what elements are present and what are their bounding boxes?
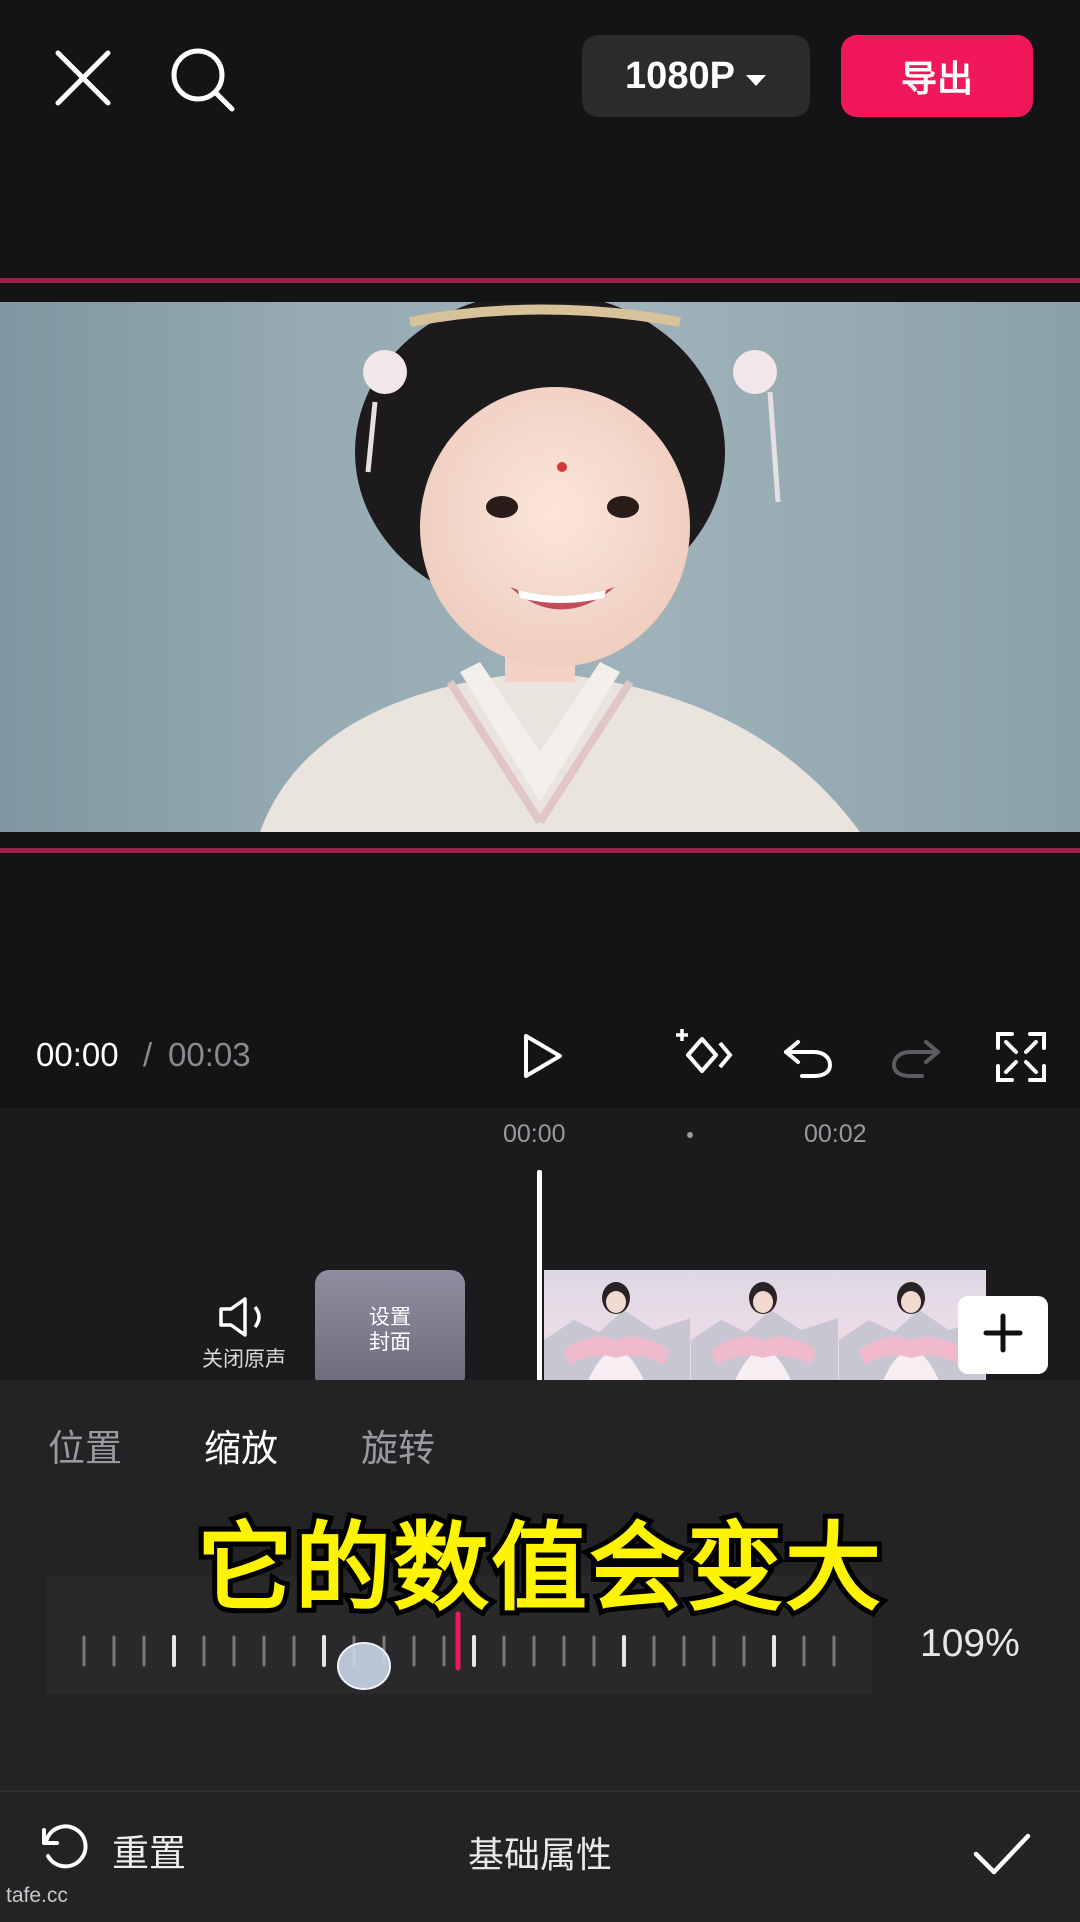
time-separator: /	[143, 1036, 153, 1073]
ruler-tick	[687, 1132, 693, 1138]
total-time: 00:03	[168, 1036, 251, 1073]
preview-image	[260, 302, 860, 832]
mute-original-audio-button[interactable]: 关闭原声	[184, 1295, 304, 1380]
search-icon[interactable]	[168, 45, 238, 115]
redo-icon[interactable]	[888, 1028, 944, 1084]
caret-down-icon	[745, 55, 767, 98]
tab-rotate[interactable]: 旋转	[361, 1418, 435, 1472]
clip-thumbnail	[544, 1270, 692, 1390]
add-keyframe-icon[interactable]	[672, 1025, 736, 1085]
plus-icon	[983, 1313, 1023, 1358]
current-time: 00:00	[36, 1036, 119, 1073]
ruler-label: 00:00	[503, 1120, 566, 1148]
fullscreen-icon[interactable]	[994, 1030, 1048, 1084]
resolution-label: 1080P	[625, 54, 735, 97]
clip-thumbnail	[691, 1270, 839, 1390]
export-button[interactable]: 导出	[841, 35, 1033, 117]
video-preview[interactable]	[0, 302, 1080, 832]
add-clip-button[interactable]	[958, 1296, 1048, 1374]
frame-border-bottom	[0, 848, 1080, 853]
section-title: 基础属性	[467, 1834, 612, 1875]
speaker-icon	[184, 1295, 304, 1339]
confirm-check-icon[interactable]	[972, 1822, 1032, 1882]
set-cover-button[interactable]: 设置封面	[315, 1270, 465, 1390]
tab-scale[interactable]: 缩放	[204, 1418, 278, 1472]
play-icon[interactable]	[516, 1030, 568, 1082]
watermark: tafe.cc	[6, 1884, 68, 1907]
frame-border-top	[0, 278, 1080, 283]
resolution-dropdown[interactable]: 1080P	[582, 35, 810, 117]
close-icon[interactable]	[50, 45, 116, 111]
playhead[interactable]	[537, 1170, 542, 1390]
undo-icon[interactable]	[780, 1028, 836, 1084]
video-clip[interactable]	[544, 1270, 986, 1390]
slider-handle[interactable]	[337, 1642, 391, 1690]
cover-label: 设置封面	[369, 1306, 411, 1354]
tab-position[interactable]: 位置	[48, 1418, 122, 1472]
ruler-label: 00:02	[804, 1120, 867, 1148]
mute-label: 关闭原声	[202, 1348, 286, 1371]
subtitle-caption: 它的数值会变大	[192, 1507, 886, 1629]
